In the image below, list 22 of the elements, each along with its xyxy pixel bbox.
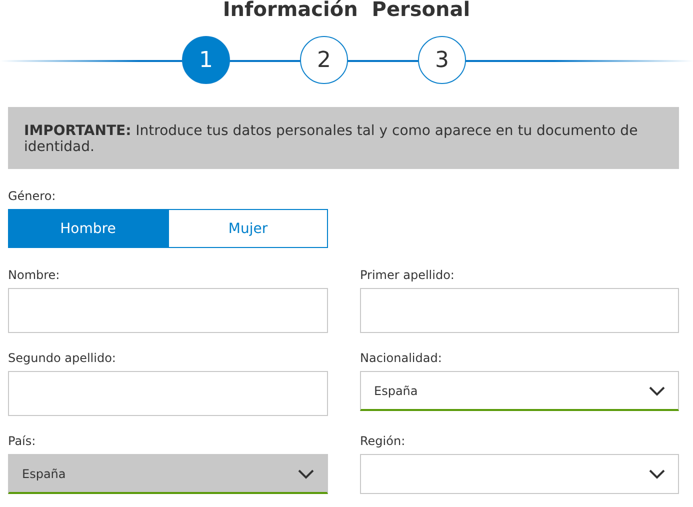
dropdown-field[interactable] [360,454,679,494]
step-indicator[interactable]: 3 [418,36,466,84]
field-label: Región: [360,434,406,448]
chevron-down-icon [649,386,665,396]
step-indicator[interactable]: 2 [300,36,348,84]
field-label: Primer apellido: [360,268,456,282]
chevron-down-icon [298,468,314,478]
gender-option[interactable]: Mujer [168,209,328,248]
page-title: Información Personal [222,0,472,22]
text-field[interactable] [360,288,679,333]
gender-option[interactable]: Hombre [8,209,168,248]
field-label: Nombre: [8,268,61,282]
field-label: Segundo apellido: [8,351,117,365]
step-indicator[interactable]: 1 [182,36,230,84]
notice-message: IMPORTANTE: Introduce tus datos personales tal y como aparece en tu documento de identidad. [8,107,679,169]
text-field[interactable] [8,288,328,333]
dropdown-field[interactable]: España [360,371,679,411]
chevron-down-icon [649,469,665,479]
field-label: País: [8,434,37,448]
field-label: Nacionalidad: [360,351,443,365]
field-label: Género: [8,189,57,203]
text-field[interactable] [8,371,328,416]
